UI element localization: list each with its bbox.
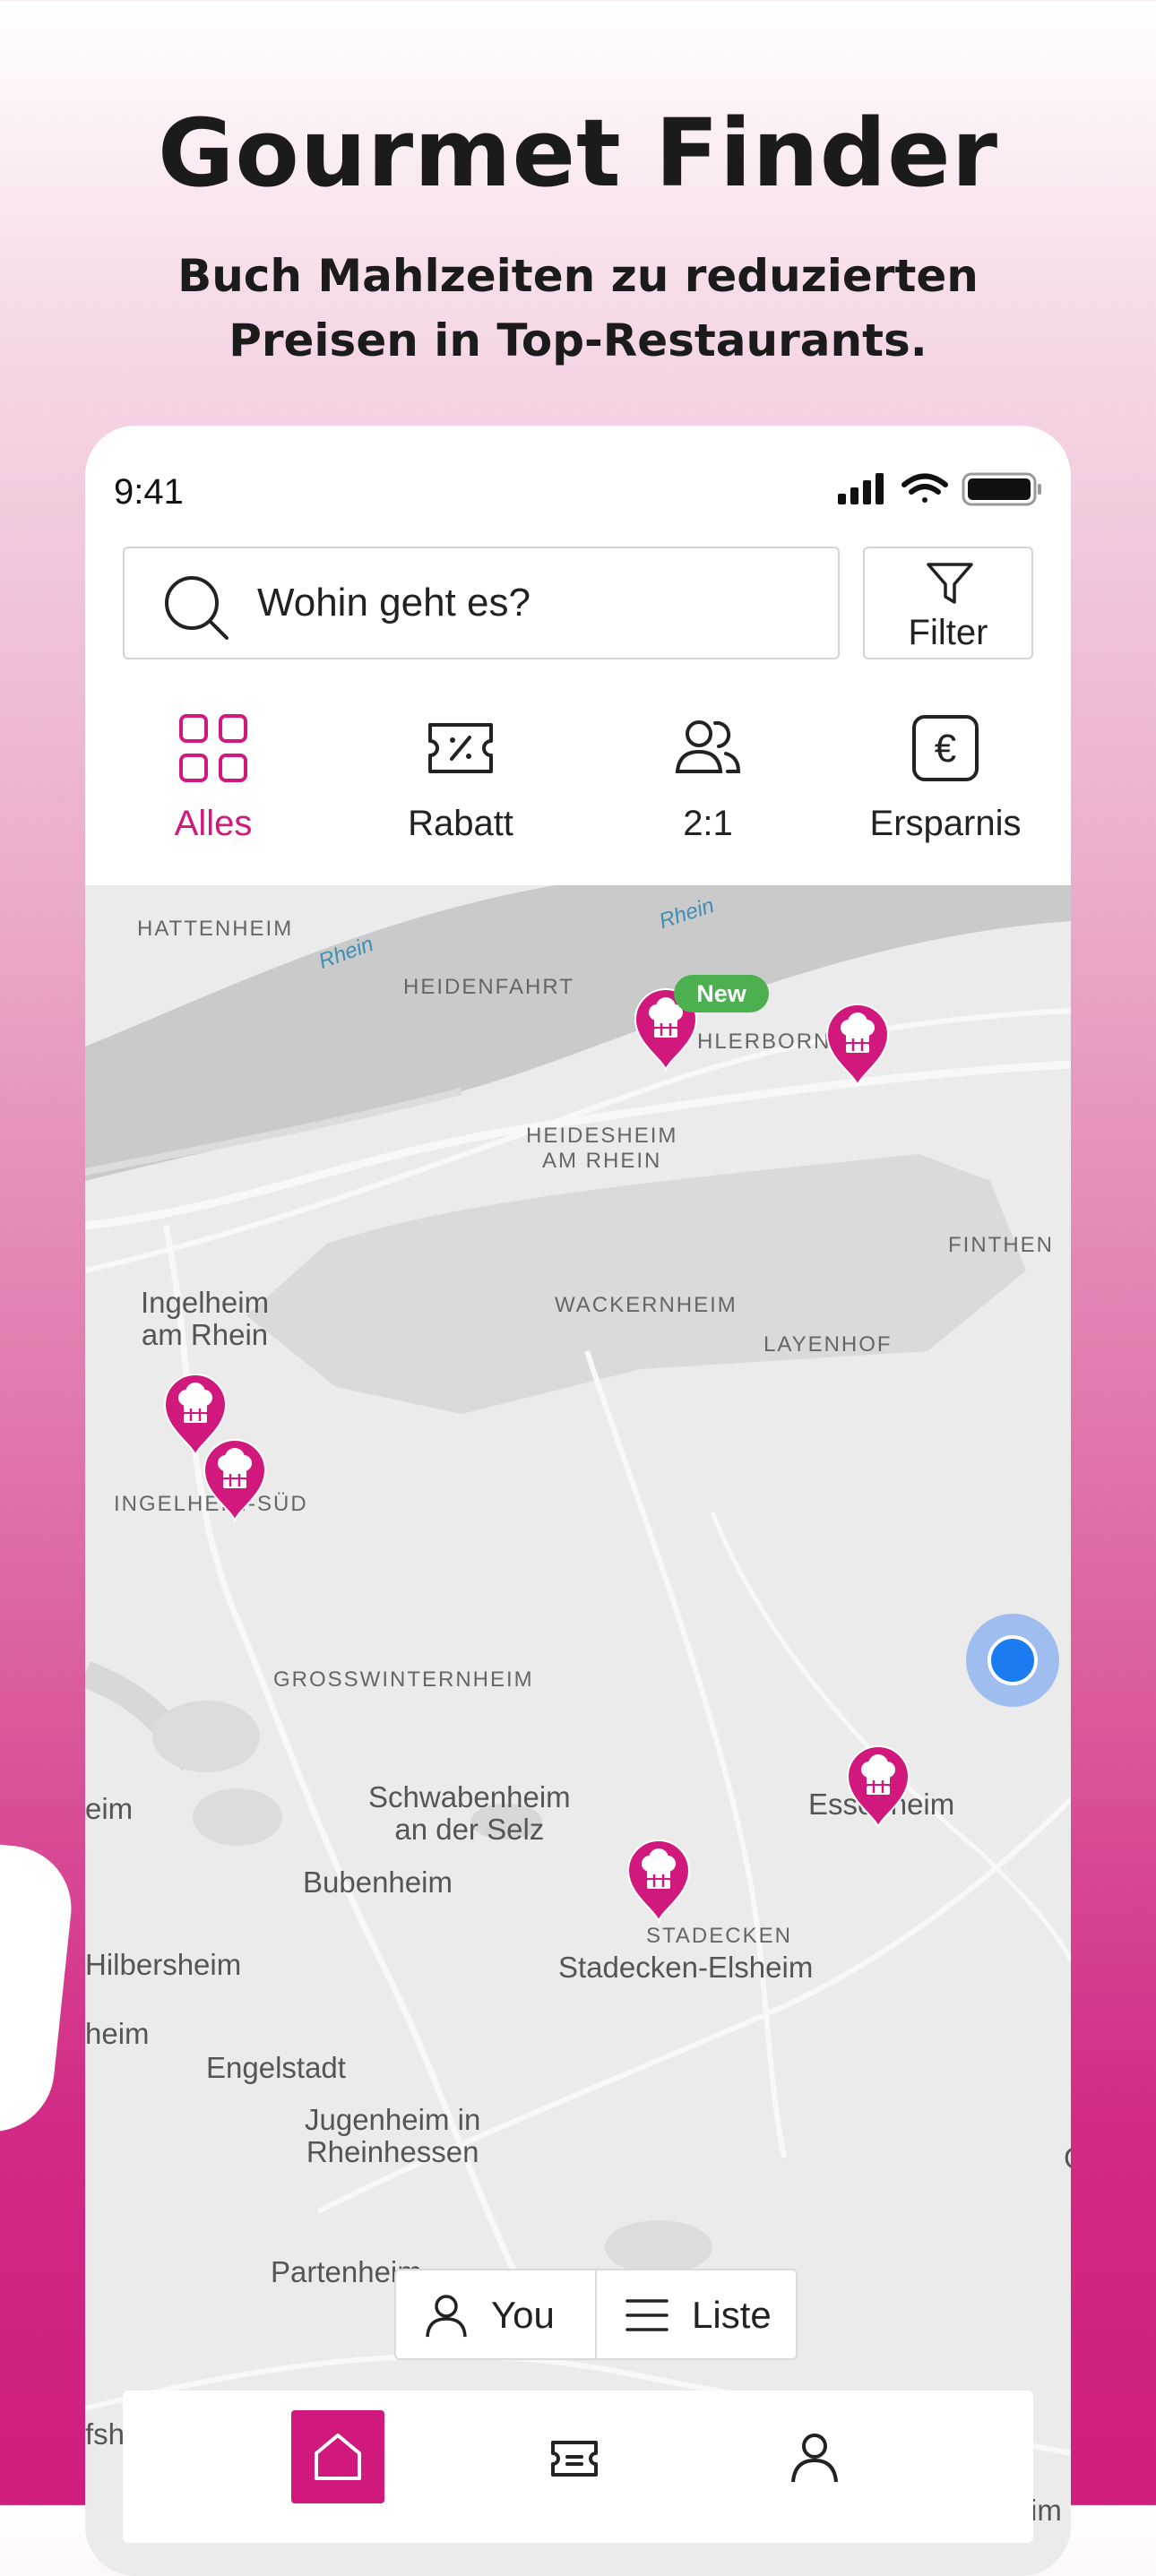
map-label-heidesheim: HEIDESHEIM AM RHEIN — [526, 1124, 677, 1174]
town-line: am Rhein — [141, 1318, 269, 1351]
filter-button[interactable]: Filter — [863, 547, 1033, 659]
town-edge-label: im — [1031, 2494, 1062, 2527]
search-box[interactable] — [123, 547, 840, 659]
town-line: an der Selz — [394, 1813, 545, 1846]
town-line: Ingelheim — [141, 1286, 270, 1319]
hero-title: Gourmet Finder — [158, 99, 998, 208]
filter-icon — [927, 563, 973, 604]
nav-home-button[interactable] — [291, 2410, 384, 2503]
svg-text:€: € — [935, 727, 956, 771]
map-label-line: HEIDESHEIM — [526, 1124, 678, 1148]
town-line: Jugenheim in — [305, 2103, 481, 2136]
town-engelstadt: Engelstadt — [206, 2051, 346, 2084]
status-time: 9:41 — [114, 472, 184, 512]
status-icons — [838, 472, 1041, 506]
search-icon — [165, 576, 229, 640]
phone-screen: 9:41 Filter — [85, 426, 1071, 2576]
list-label: Liste — [692, 2294, 772, 2336]
restaurant-pin[interactable] — [199, 1434, 271, 1524]
person-icon — [426, 2295, 467, 2338]
search-input[interactable] — [257, 548, 813, 658]
grid-icon — [179, 714, 247, 782]
category-label: 2:1 — [683, 804, 733, 843]
town-edge-label: heim — [85, 2017, 150, 2050]
map-label-line: AM RHEIN — [542, 1149, 662, 1173]
town-jugenheim: Jugenheim in Rheinhessen — [305, 2104, 480, 2168]
view-toggle: You Liste — [394, 2269, 798, 2360]
filter-label: Filter — [908, 613, 988, 652]
category-label: Rabatt — [408, 804, 513, 843]
new-badge: New — [674, 975, 769, 1012]
bottom-nav — [123, 2391, 1033, 2543]
hero-subtitle-line-1: Buch Mahlzeiten zu reduzierten — [177, 250, 979, 302]
list-icon — [625, 2299, 669, 2331]
town-stadecken-elsheim: Stadecken-Elsheim — [558, 1951, 814, 1984]
category-alles[interactable]: Alles — [97, 712, 330, 847]
town-edge-label: eim — [85, 1792, 134, 1825]
user-location-dot — [966, 1614, 1059, 1707]
map-label: WACKERNHEIM — [555, 1293, 738, 1317]
town-hilbersheim: Hilbersheim — [85, 1948, 242, 1981]
map-label: HLERBORN — [697, 1030, 832, 1054]
forest-area — [246, 1154, 1026, 1414]
map-label: LAYENHOF — [763, 1332, 893, 1357]
hero-subtitle-line-2: Preisen in Top-Restaurants. — [229, 314, 927, 366]
map-label: GROSSWINTERNHEIM — [273, 1667, 534, 1692]
town-line: Rheinhessen — [306, 2135, 479, 2168]
town-ingelheim: Ingelheim am Rhein — [141, 1287, 269, 1351]
list-button[interactable]: Liste — [597, 2270, 796, 2358]
category-ersparnis[interactable]: € Ersparnis — [829, 712, 1062, 847]
map-label: HATTENHEIM — [137, 917, 294, 941]
category-label: Ersparnis — [869, 804, 1022, 843]
signal-icon — [838, 473, 884, 504]
home-icon — [315, 2434, 361, 2480]
restaurant-pin[interactable] — [822, 999, 893, 1089]
wifi-icon — [902, 473, 948, 503]
decorative-blob — [0, 1840, 78, 2138]
map-label: STADECKEN — [646, 1924, 792, 1948]
category-label: Alles — [174, 804, 253, 843]
category-rabatt[interactable]: Rabatt — [344, 712, 577, 847]
town-schwabenheim: Schwabenheim an der Selz — [368, 1781, 571, 1846]
restaurant-pin[interactable] — [842, 1741, 914, 1831]
town-bubenheim: Bubenheim — [303, 1865, 453, 1899]
euro-icon: € — [912, 715, 979, 781]
discount-ticket-icon — [428, 723, 493, 773]
map-label: FINTHEN — [948, 1233, 1054, 1257]
you-label: You — [491, 2294, 555, 2336]
map-label: HEIDENFAHRT — [403, 975, 574, 999]
town-line: Schwabenheim — [368, 1780, 571, 1814]
battery-icon — [962, 472, 1041, 506]
town-edge-label: G — [1064, 2142, 1071, 2175]
ticket-icon[interactable] — [548, 2432, 601, 2486]
profile-icon[interactable] — [788, 2430, 841, 2484]
two-people-icon — [675, 720, 741, 773]
restaurant-pin[interactable] — [623, 1835, 694, 1925]
you-button[interactable]: You — [396, 2270, 597, 2358]
hero-subtitle: Buch Mahlzeiten zu reduzierten Preisen i… — [0, 244, 1156, 373]
category-2-1[interactable]: 2:1 — [591, 712, 824, 847]
town-edge-label: fsh — [85, 2417, 125, 2451]
